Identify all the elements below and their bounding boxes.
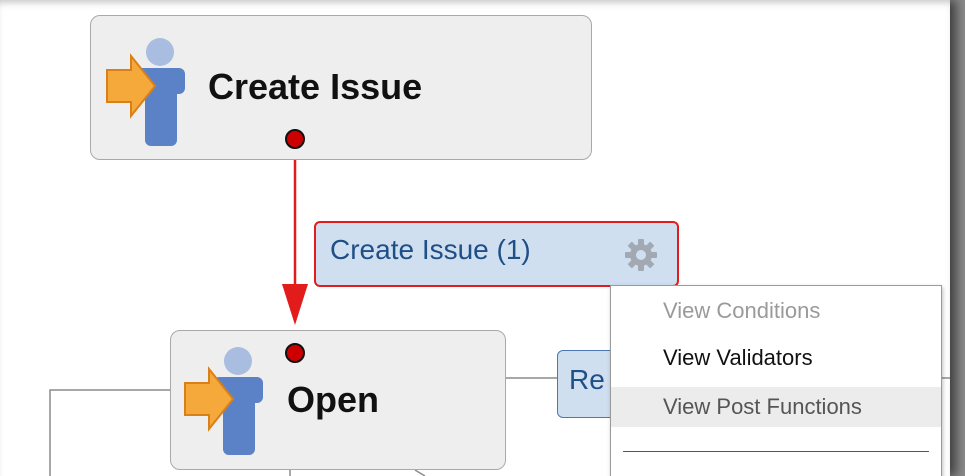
person-arrow-icon (106, 38, 185, 146)
create-issue-title: Create Issue (208, 66, 423, 107)
transition-partial-label: Re (569, 364, 605, 395)
menu-separator (623, 451, 929, 452)
person-arrow-icon (184, 347, 263, 455)
transition-create-issue-label: Create Issue (1) (330, 234, 531, 265)
context-menu: View Conditions View Validators View Pos… (610, 285, 942, 476)
arrow-head (282, 284, 308, 325)
open-port[interactable] (285, 343, 305, 363)
gear-icon[interactable] (623, 237, 659, 273)
bottom-connector-2 (414, 469, 426, 476)
left-connector (49, 389, 170, 476)
menu-item-view-validators[interactable]: View Validators (611, 338, 941, 378)
workflow-canvas: Create Issue Create Issue (1) Open Re Vi… (0, 0, 950, 476)
open-node[interactable]: Open (170, 330, 506, 470)
create-issue-port[interactable] (285, 129, 305, 149)
transition-create-issue[interactable]: Create Issue (1) (314, 221, 679, 287)
menu-item-view-post-functions[interactable]: View Post Functions (611, 387, 941, 427)
create-issue-node[interactable]: Create Issue (90, 15, 592, 160)
open-title: Open (287, 379, 380, 420)
menu-item-view-conditions: View Conditions (663, 298, 821, 323)
